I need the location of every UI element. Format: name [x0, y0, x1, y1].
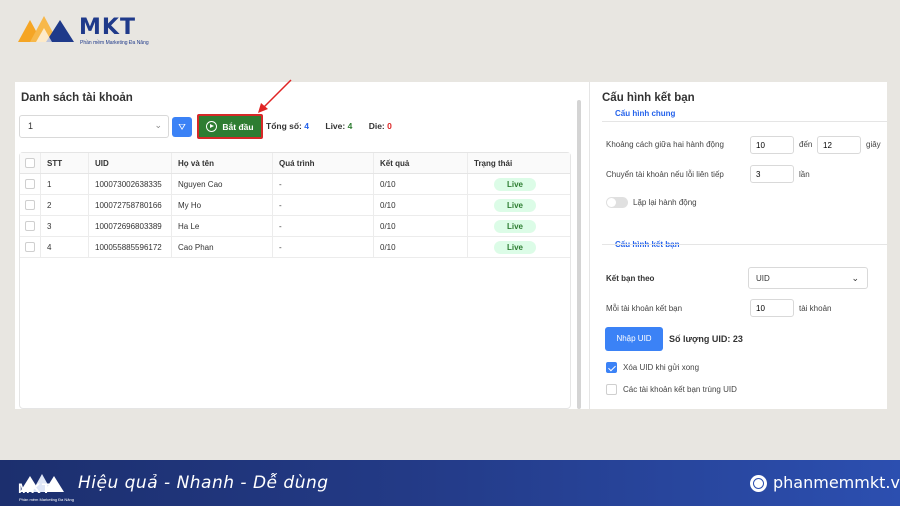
header-status[interactable]: Trạng thái	[467, 153, 570, 173]
status-badge: Live	[494, 240, 536, 254]
logo-subtitle: Phần mềm Marketing Đa Năng	[80, 40, 149, 46]
start-button-label: Bắt đầu	[222, 121, 254, 132]
per-account-unit: tài khoản	[799, 304, 832, 313]
chevron-down-icon: ⌄	[851, 273, 859, 283]
switch-account-input[interactable]	[750, 165, 794, 183]
import-uid-button[interactable]: Nhập UID	[605, 327, 663, 351]
chevron-down-icon: ⌄	[154, 120, 162, 130]
cell-process: -	[272, 216, 373, 236]
header-process[interactable]: Quá trình	[272, 153, 373, 173]
account-table: STT UID Họ và tên Quá trình Kết quả Trạn…	[19, 152, 571, 409]
header-result[interactable]: Kết quả	[373, 153, 467, 173]
row-checkbox[interactable]	[25, 200, 35, 210]
status-badge: Live	[494, 219, 536, 233]
table-header: STT UID Họ và tên Quá trình Kết quả Trạn…	[20, 153, 570, 174]
cell-uid: 100055885596172	[88, 237, 171, 257]
cell-result: 0/10	[373, 216, 467, 236]
cell-result: 0/10	[373, 237, 467, 257]
table-row[interactable]: 2 100072758780166 My Ho - 0/10 Live	[20, 195, 570, 216]
status-badge: Live	[494, 177, 536, 191]
delete-uid-checkbox[interactable]	[606, 362, 617, 373]
duplicate-uid-label: Các tài khoản kết bạn trùng UID	[623, 385, 737, 394]
play-circle-icon	[206, 121, 218, 132]
delay-unit: giây	[866, 140, 881, 149]
repeat-action-toggle[interactable]	[606, 197, 628, 208]
repeat-action-label: Lặp lại hành động	[633, 198, 697, 207]
total-label: Tổng số:	[266, 121, 302, 131]
cell-uid: 100072696803389	[88, 216, 171, 236]
account-list-title: Danh sách tài khoản	[21, 92, 133, 104]
logo-text: MKT	[79, 15, 136, 40]
per-account-label: Mỗi tài khoản kết bạn	[606, 304, 683, 313]
section-divider	[602, 121, 887, 122]
cell-uid: 100073002638335	[88, 174, 171, 194]
filter-off-icon: ⛛	[178, 122, 186, 132]
delay-to-label: đến	[799, 140, 813, 149]
select-all-checkbox[interactable]	[25, 158, 35, 168]
live-count: 4	[347, 121, 353, 131]
cell-stt: 3	[40, 216, 88, 236]
status-badge: Live	[494, 198, 536, 212]
filter-button[interactable]: ⛛	[172, 117, 192, 137]
friend-config-title: Cấu hình kết bạn	[602, 92, 695, 104]
cell-uid: 100072758780166	[88, 195, 171, 215]
footer-logo-subtitle: Phần mềm Marketing Đa Năng	[19, 497, 74, 502]
header-stt[interactable]: STT	[40, 153, 88, 173]
live-label: Live:	[325, 121, 346, 131]
account-stats: Tổng số: 4 Live: 4 Die: 0	[266, 121, 392, 131]
cell-stt: 4	[40, 237, 88, 257]
switch-account-unit: lần	[799, 170, 810, 179]
delay-label: Khoảng cách giữa hai hành động	[606, 140, 724, 149]
left-panel-scrollbar[interactable]	[577, 100, 581, 409]
delay-from-input[interactable]	[750, 136, 794, 154]
header-name[interactable]: Họ và tên	[171, 153, 272, 173]
row-checkbox[interactable]	[25, 179, 35, 189]
panel-divider	[589, 82, 590, 409]
cell-result: 0/10	[373, 195, 467, 215]
switch-account-label: Chuyển tài khoản nếu lỗi liên tiếp	[606, 170, 724, 179]
friend-by-value: UID	[756, 274, 770, 283]
slogan: Hiệu quả - Nhanh - Dễ dùng	[78, 473, 329, 493]
die-label: Die:	[368, 121, 385, 131]
section-divider	[602, 244, 887, 245]
cell-stt: 2	[40, 195, 88, 215]
cell-process: -	[272, 195, 373, 215]
row-checkbox[interactable]	[25, 221, 35, 231]
account-select[interactable]: 1 ⌄	[19, 115, 169, 138]
cell-process: -	[272, 174, 373, 194]
mkt-logo: MKT Phần mềm Marketing Đa Năng	[16, 14, 149, 48]
cell-process: -	[272, 237, 373, 257]
die-count: 0	[387, 121, 392, 131]
footer-banner: MKT Phần mềm Marketing Đa Năng Hiệu quả …	[0, 460, 900, 506]
account-select-value: 1	[28, 121, 34, 131]
table-row[interactable]: 1 100073002638335 Nguyen Cao - 0/10 Live	[20, 174, 570, 195]
globe-icon	[750, 475, 767, 492]
row-checkbox[interactable]	[25, 242, 35, 252]
website-link[interactable]: phanmemmkt.vn	[773, 473, 900, 492]
general-config-section: Cấu hình chung	[615, 109, 676, 118]
cell-name: Ha Le	[171, 216, 272, 236]
footer-logo-text: MKT	[18, 480, 52, 496]
annotation-arrow-icon	[258, 79, 292, 113]
cell-stt: 1	[40, 174, 88, 194]
cell-name: My Ho	[171, 195, 272, 215]
table-row[interactable]: 4 100055885596172 Cao Phan - 0/10 Live	[20, 237, 570, 258]
header-uid[interactable]: UID	[88, 153, 171, 173]
total-count: 4	[304, 121, 309, 131]
friend-by-select[interactable]: UID ⌄	[748, 267, 868, 289]
duplicate-uid-checkbox[interactable]	[606, 384, 617, 395]
mkt-logo-mark-icon	[18, 16, 74, 42]
delay-to-input[interactable]	[817, 136, 861, 154]
cell-name: Nguyen Cao	[171, 174, 272, 194]
friend-by-label: Kết bạn theo	[606, 274, 655, 283]
delete-uid-label: Xóa UID khi gửi xong	[623, 363, 700, 372]
app-window: Danh sách tài khoản 1 ⌄ ⛛ Bắt đầu Tổng s…	[15, 82, 887, 409]
cell-result: 0/10	[373, 174, 467, 194]
cell-name: Cao Phan	[171, 237, 272, 257]
per-account-input[interactable]	[750, 299, 794, 317]
uid-count: Số lượng UID: 23	[669, 334, 743, 344]
start-button[interactable]: Bắt đầu	[197, 114, 263, 139]
table-row[interactable]: 3 100072696803389 Ha Le - 0/10 Live	[20, 216, 570, 237]
